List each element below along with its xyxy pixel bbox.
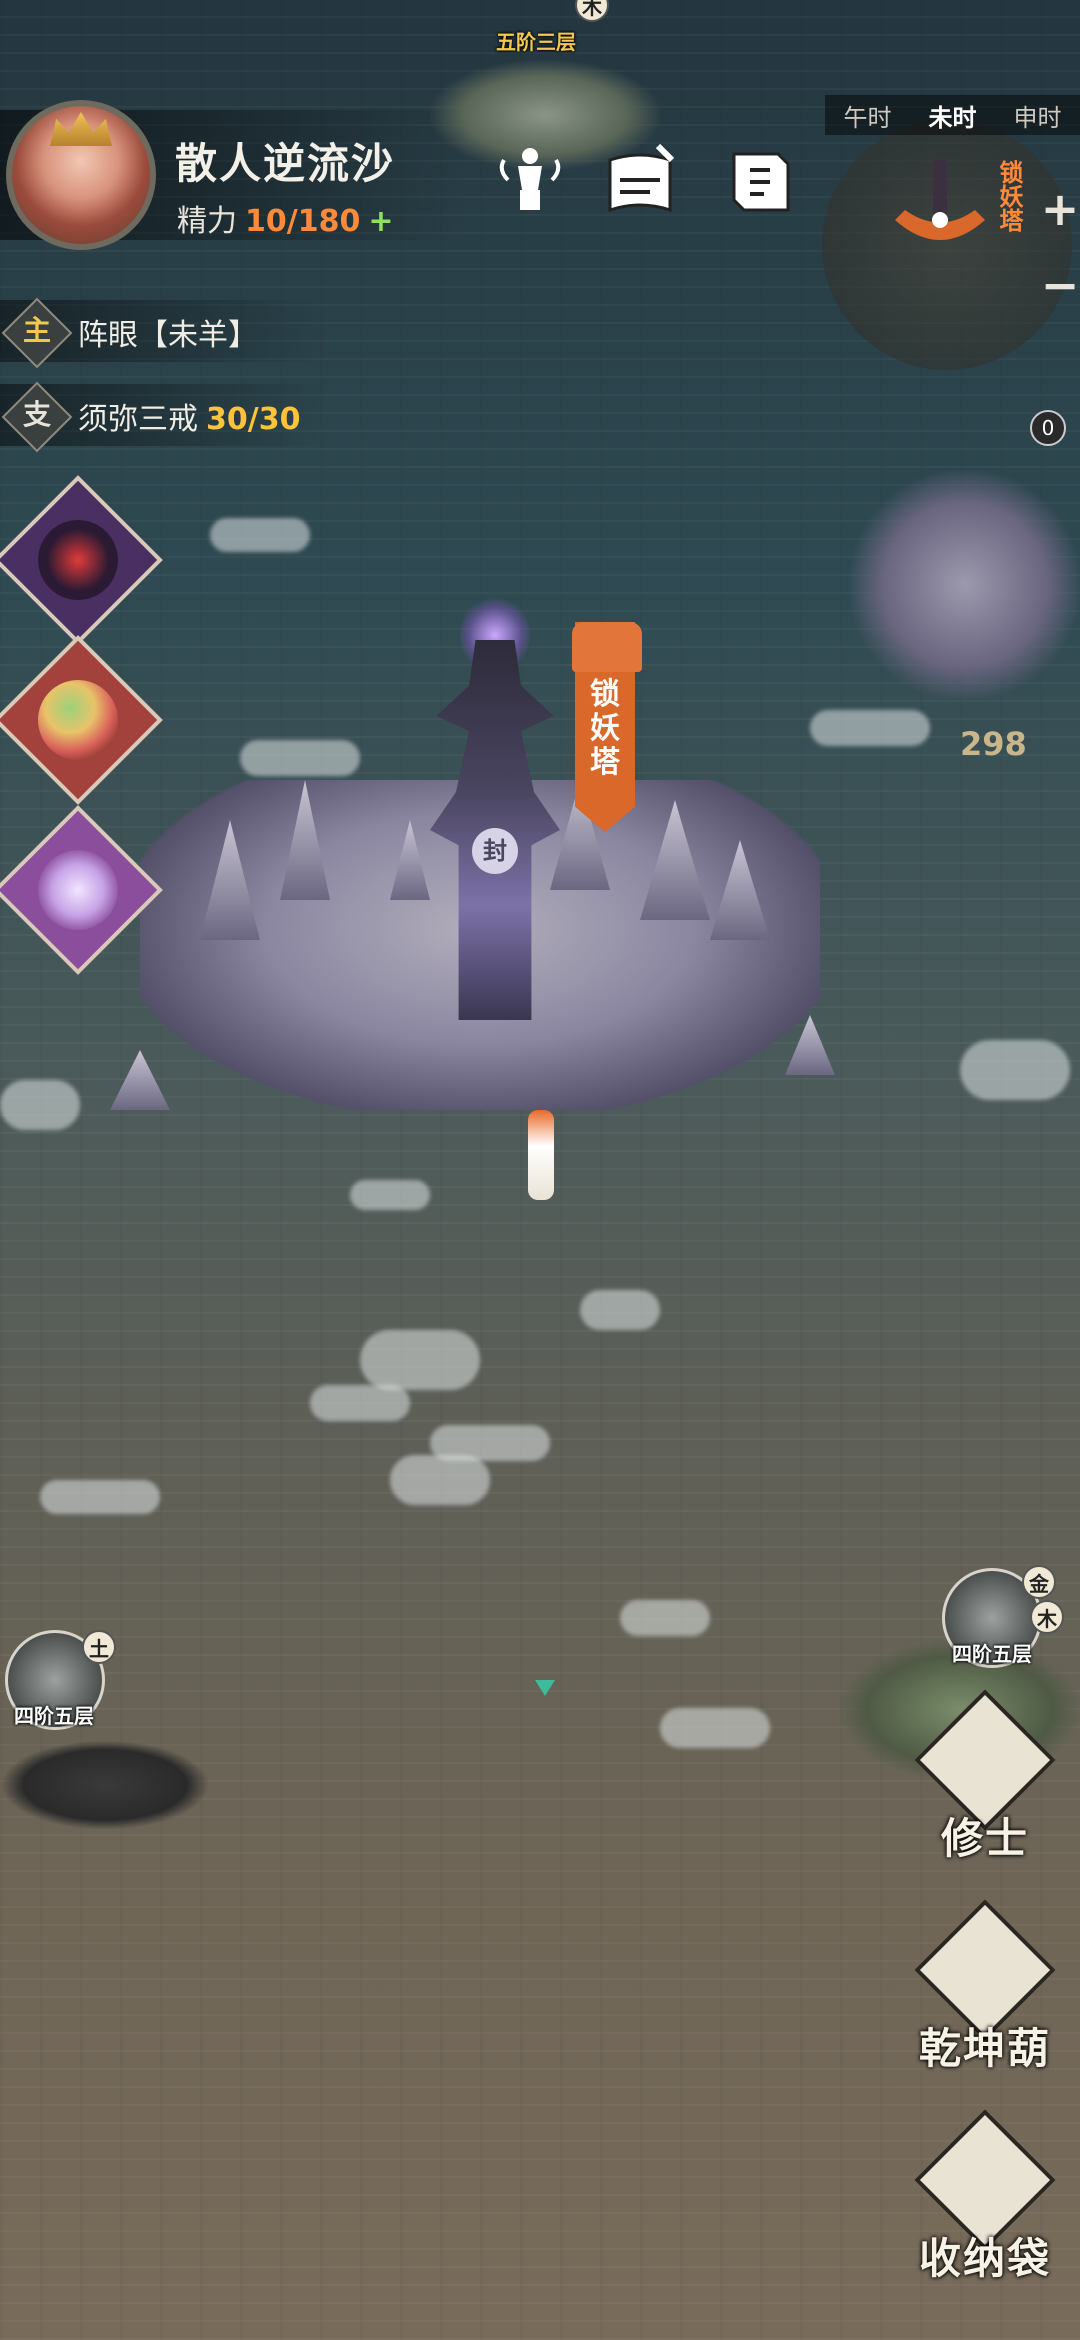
- cloud: [360, 1330, 480, 1390]
- side-quest[interactable]: 支 须弥三戒 30/30: [0, 381, 330, 453]
- scroll-book-icon[interactable]: [600, 140, 680, 220]
- cloud: [810, 710, 930, 746]
- side-quest-name: 须弥三戒: [78, 402, 198, 437]
- right-location-element-icon: 金: [1022, 1565, 1056, 1599]
- energy-value: 10/180: [245, 204, 361, 239]
- spirit-fox-icon: [38, 850, 118, 930]
- tower-banner-label: 锁妖塔: [590, 677, 620, 780]
- energy-display: 精力 10/180 +: [177, 196, 393, 240]
- side-quest-count: 30/30: [206, 402, 301, 437]
- time-bar: 午时 未时 申时: [825, 95, 1080, 135]
- demon-skill-button[interactable]: [0, 475, 163, 645]
- cloud: [240, 740, 360, 776]
- player-avatar[interactable]: [6, 100, 156, 250]
- cloud: [620, 1600, 710, 1636]
- banner-head-icon: [572, 622, 642, 672]
- left-island[interactable]: [0, 1740, 210, 1830]
- cloud: [40, 1480, 160, 1514]
- main-quest-tag: 主: [22, 314, 51, 347]
- add-energy-button[interactable]: +: [368, 204, 393, 239]
- seal-mark: 封: [472, 828, 518, 874]
- top-location-label[interactable]: 五阶三层: [496, 26, 576, 55]
- side-quest-text: 须弥三戒 30/30: [78, 394, 300, 438]
- gourd-label: 乾坤葫: [918, 2024, 1051, 2073]
- scroll-map-icon[interactable]: [720, 140, 800, 220]
- zoom-in-button[interactable]: +: [1040, 182, 1080, 236]
- energy-label: 精力: [177, 204, 237, 239]
- destination-arrow-icon: [535, 1680, 555, 1696]
- cloud: [390, 1455, 490, 1505]
- cloud: [660, 1708, 770, 1748]
- time-slot-current: 未时: [928, 103, 977, 132]
- right-location-element-icon: 木: [1030, 1600, 1064, 1634]
- cloud: [210, 518, 310, 552]
- main-quest[interactable]: 主 阵眼【未羊】: [0, 297, 330, 369]
- left-location-element-icon: 土: [82, 1630, 116, 1664]
- spirit-fox-skill-button[interactable]: [0, 805, 163, 975]
- time-slot: 午时: [843, 103, 892, 132]
- cloud: [310, 1385, 410, 1421]
- cultivator-label: 修士: [940, 1814, 1029, 1863]
- side-quest-tag: 支: [22, 398, 51, 431]
- cloud: [960, 1040, 1070, 1100]
- zoom-out-button[interactable]: −: [1040, 258, 1080, 312]
- crown-icon: [50, 112, 112, 146]
- counter-text: 298: [960, 725, 1027, 763]
- cloud: [350, 1180, 430, 1210]
- main-quest-text: 阵眼【未羊】: [78, 318, 258, 353]
- cloud: [0, 1080, 80, 1130]
- time-slot: 申时: [1013, 103, 1062, 132]
- left-location-label[interactable]: 四阶五层: [14, 1700, 94, 1729]
- storage-bag-label: 收纳袋: [918, 2234, 1051, 2283]
- minimap-location-label: 锁妖塔: [995, 160, 1023, 232]
- bell-icon[interactable]: [490, 140, 570, 220]
- sky-fortress-island[interactable]: [850, 470, 1080, 700]
- right-location-label[interactable]: 四阶五层: [952, 1638, 1032, 1667]
- player-name: 散人逆流沙: [175, 139, 396, 188]
- count-badge: 0: [1030, 410, 1066, 446]
- minimap-tower-icon: [895, 160, 985, 240]
- dango-icon: [38, 680, 118, 760]
- player-character: [528, 1110, 554, 1200]
- dango-item-button[interactable]: [0, 635, 163, 805]
- cloud: [580, 1290, 660, 1330]
- demon-face-icon: [38, 520, 118, 600]
